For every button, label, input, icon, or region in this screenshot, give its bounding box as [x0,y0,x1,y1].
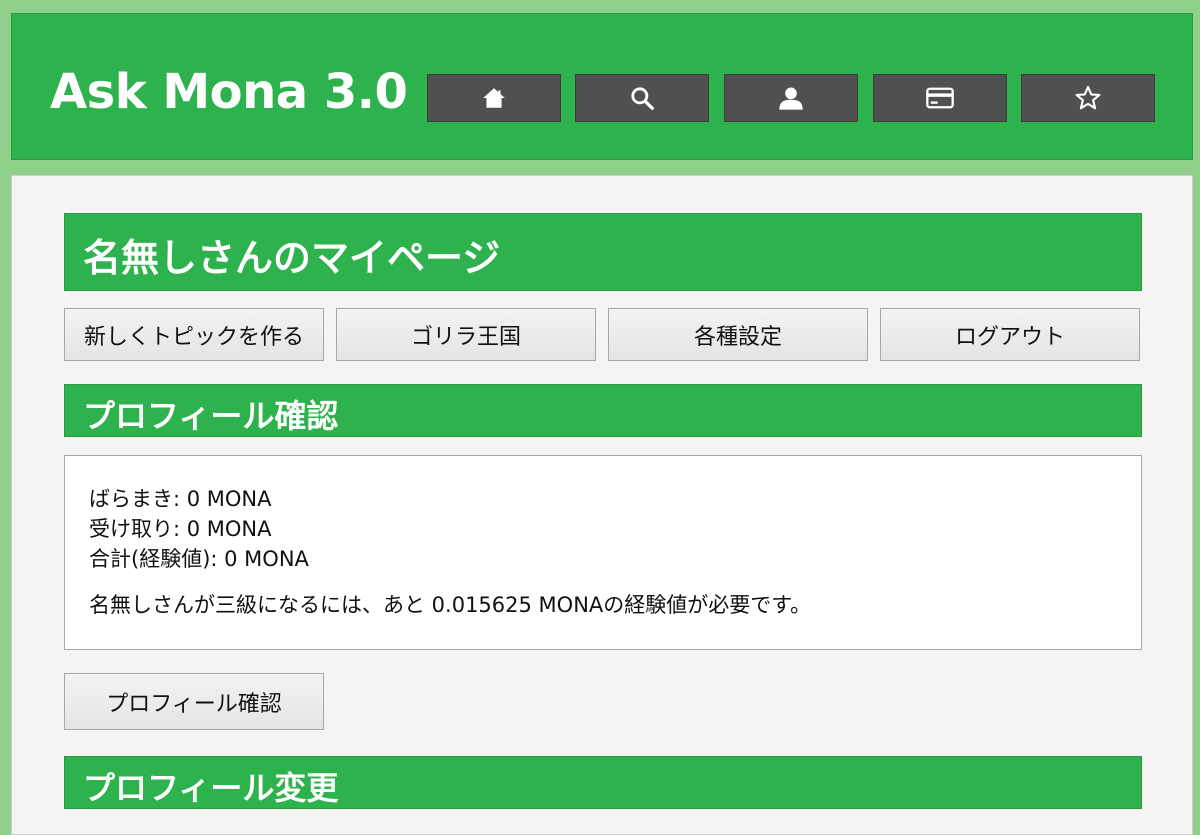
site-logo[interactable]: Ask Mona 3.0 [50,64,408,120]
nav-search-button[interactable] [575,74,709,122]
page-title: 名無しさんのマイページ [64,213,1142,291]
profile-section-title: プロフィール確認 [64,384,1142,437]
total-experience: 合計(経験値): 0 MONA [89,547,309,571]
star-icon [1075,85,1101,110]
received-amount: 受け取り: 0 MONA [89,517,272,541]
rank-up-note: 名無しさんが三級になるには、あと 0.015625 MONAの経験値が必要です。 [89,593,812,617]
logout-button[interactable]: ログアウト [880,308,1140,361]
nav-star-button[interactable] [1021,74,1155,122]
gorilla-kingdom-button[interactable]: ゴリラ王国 [336,308,596,361]
profile-edit-section-title: プロフィール変更 [64,756,1142,809]
main-content: 名無しさんのマイページ 新しくトピックを作る ゴリラ王国 各種設定 ログアウト … [11,175,1193,835]
scatter-amount: ばらまき: 0 MONA [89,487,272,511]
profile-summary: ばらまき: 0 MONA 受け取り: 0 MONA 合計(経験値): 0 MON… [64,455,1142,650]
nav-card-button[interactable] [873,74,1007,122]
settings-button[interactable]: 各種設定 [608,308,868,361]
profile-check-button[interactable]: プロフィール確認 [64,673,324,730]
new-topic-button[interactable]: 新しくトピックを作る [64,308,324,361]
card-icon [926,87,954,109]
site-header: Ask Mona 3.0 [11,13,1193,160]
nav-user-button[interactable] [724,74,858,122]
user-icon [779,87,803,110]
nav-home-button[interactable] [427,74,561,122]
search-icon [631,87,654,110]
home-icon [483,88,505,108]
